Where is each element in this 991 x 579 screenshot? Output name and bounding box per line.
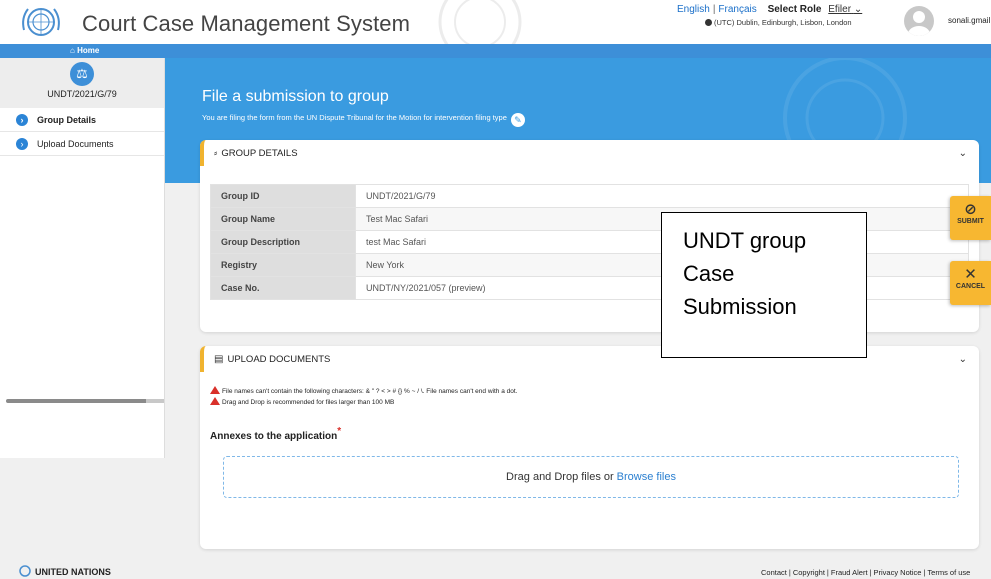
table-row: Group ID UNDT/2021/G/79	[210, 184, 969, 208]
warning-icon	[210, 386, 220, 394]
annexes-label: Annexes to the application*	[210, 426, 342, 442]
sidebar-item-upload-documents[interactable]: › Upload Documents	[0, 132, 164, 156]
page-footer: UNITED NATIONS Contact | Copyright | Fraud A…	[0, 559, 991, 579]
un-emblem-logo	[22, 8, 60, 36]
group-icon: ⸗	[214, 147, 218, 159]
check-circle-icon: ⊘	[964, 201, 977, 218]
footer-link-fraud-alert[interactable]: Fraud Alert	[831, 568, 868, 577]
footer-links: Contact | Copyright | Fraud Alert | Privacy No…	[761, 568, 971, 577]
chevron-down-icon: ⌄	[853, 4, 863, 15]
chevron-down-icon[interactable]: ⌄	[959, 148, 967, 159]
footer-link-terms[interactable]: Terms of use	[927, 568, 970, 577]
role-select[interactable]: Efiler ⌄	[828, 4, 862, 15]
role-label: Select Role	[767, 4, 822, 15]
footer-link-privacy[interactable]: Privacy Notice	[874, 568, 922, 577]
user-silhouette-icon	[908, 11, 930, 36]
sidebar-scrollbar[interactable]	[6, 399, 164, 403]
header-watermark-emblem	[438, 0, 522, 44]
submit-button[interactable]: ⊘ SUBMIT	[950, 196, 991, 240]
un-emblem-small-logo	[19, 565, 31, 577]
sidebar-case-header: ⚖ UNDT/2021/G/79	[0, 58, 164, 108]
cancel-button[interactable]: ✕ CANCEL	[950, 261, 991, 305]
warning-icon	[210, 397, 220, 405]
scales-of-justice-icon: ⚖	[70, 62, 94, 86]
required-asterisk: *	[337, 426, 342, 437]
lang-french-link[interactable]: Français	[718, 4, 756, 15]
sidebar-item-label: Group Details	[37, 114, 97, 125]
filename-warning: File names can't contain the following c…	[210, 386, 517, 395]
sidebar-item-group-details[interactable]: › Group Details	[0, 108, 164, 132]
upload-documents-card: ▤ UPLOAD DOCUMENTS ⌄ File names can't co…	[200, 346, 979, 549]
lang-english-link[interactable]: English	[677, 4, 710, 15]
chevron-right-icon: ›	[16, 113, 28, 126]
footer-link-copyright[interactable]: Copyright	[793, 568, 825, 577]
user-email[interactable]: sonali.gmail	[948, 16, 990, 25]
nav-bar: ⌂ Home	[0, 44, 991, 58]
sidebar: ⚖ UNDT/2021/G/79 › Group Details › Uploa…	[0, 58, 165, 458]
close-icon: ✕	[964, 266, 977, 283]
language-role-bar: English | Français Select Role Efiler ⌄	[677, 4, 863, 15]
browse-files-link[interactable]: Browse files	[617, 471, 676, 483]
page-subtitle: You are filing the form from the UN Disp…	[202, 113, 525, 127]
dragdrop-warning: Drag and Drop is recommended for files l…	[210, 397, 394, 406]
sidebar-scrollbar-track-end	[146, 399, 164, 403]
chevron-down-icon[interactable]: ⌄	[959, 354, 967, 365]
home-icon: ⌂	[70, 46, 75, 55]
app-title: Court Case Management System	[82, 11, 411, 36]
upload-documents-title: UPLOAD DOCUMENTS	[227, 353, 331, 365]
page-title: File a submission to group	[202, 88, 389, 105]
group-details-header[interactable]: ⸗ GROUP DETAILS ⌄	[200, 140, 979, 166]
clock-icon	[705, 19, 712, 26]
annotation-callout: UNDT group Case Submission	[661, 212, 867, 358]
sidebar-item-label: Upload Documents	[37, 138, 114, 149]
user-avatar[interactable]	[904, 6, 934, 36]
footer-link-contact[interactable]: Contact	[761, 568, 787, 577]
home-link[interactable]: ⌂ Home	[70, 46, 99, 55]
timezone-display: (UTC) Dublin, Edinburgh, Lisbon, London	[705, 18, 852, 27]
edit-pencil-icon[interactable]: ✎	[510, 113, 525, 127]
file-upload-icon: ▤	[214, 353, 224, 365]
footer-org-name: UNITED NATIONS	[35, 567, 111, 577]
sidebar-case-number: UNDT/2021/G/79	[47, 89, 117, 99]
app-header: Court Case Management System English | Fra…	[0, 0, 991, 44]
group-details-title: GROUP DETAILS	[221, 147, 298, 159]
file-dropzone[interactable]: Drag and Drop files or Browse files	[223, 456, 959, 498]
chevron-right-icon: ›	[16, 137, 28, 150]
